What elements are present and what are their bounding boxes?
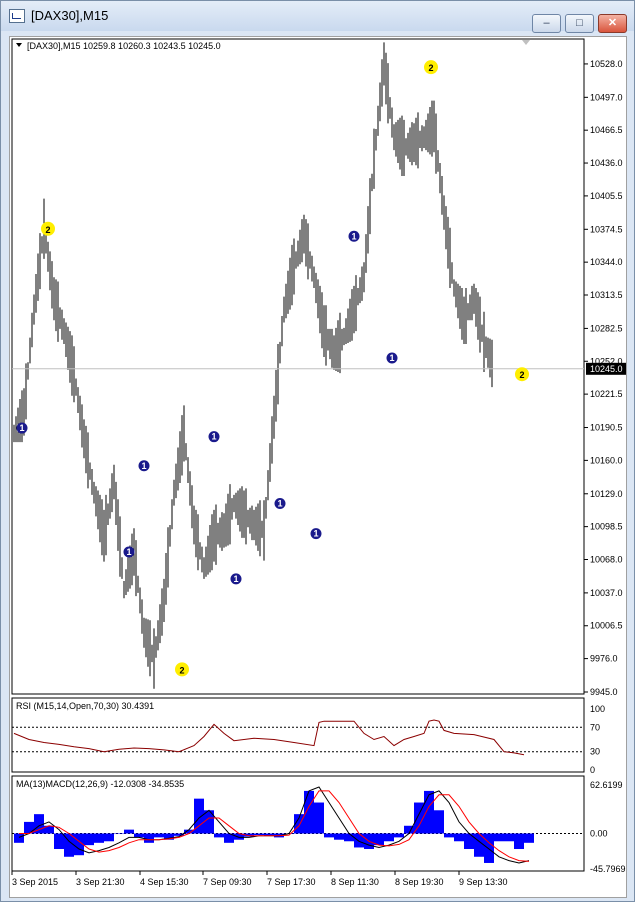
macd-histogram-bar — [504, 833, 514, 842]
rsi-panel-info: RSI (M15,14,Open,70,30) 30.4391 — [16, 701, 154, 711]
price-tick-label: 10006.5 — [590, 621, 623, 631]
macd-histogram-bar — [344, 833, 354, 842]
zigzag-marker-label: 1 — [233, 574, 238, 584]
macd-histogram-bar — [384, 833, 394, 842]
price-tick-label: 10466.5 — [590, 125, 623, 135]
zigzag-marker-label: 1 — [141, 461, 146, 471]
time-tick-label: 8 Sep 11:30 — [331, 877, 379, 887]
macd-histogram-bar — [524, 833, 534, 843]
price-tick-label: 10037.0 — [590, 588, 623, 598]
rsi-tick-label: 30 — [590, 747, 600, 757]
chart-area[interactable]: [DAX30],M15 10259.8 10260.3 10243.5 1024… — [9, 36, 627, 898]
price-tick-label: 9976.0 — [590, 654, 618, 664]
zigzag-marker-label: 1 — [211, 432, 216, 442]
time-tick-label: 8 Sep 19:30 — [395, 877, 444, 887]
time-tick-label: 9 Sep 13:30 — [459, 877, 508, 887]
close-button[interactable]: ✕ — [598, 14, 627, 33]
price-tick-label: 9945.0 — [590, 687, 618, 697]
price-tick-label: 10528.0 — [590, 59, 623, 69]
macd-histogram-bar — [334, 833, 344, 840]
price-tick-label: 10313.5 — [590, 290, 623, 300]
zigzag-marker-label: 2 — [428, 63, 433, 73]
zigzag-marker-label: 2 — [179, 665, 184, 675]
macd-histogram-bar — [84, 833, 94, 846]
macd-histogram-bar — [214, 833, 224, 838]
zigzag-marker-label: 1 — [313, 529, 318, 539]
macd-tick-label: -45.7969 — [590, 864, 626, 874]
macd-histogram-bar — [434, 810, 444, 834]
price-tick-label: 10098.5 — [590, 522, 623, 532]
zigzag-marker-label: 2 — [45, 225, 50, 235]
minimize-button[interactable]: – — [532, 14, 561, 33]
price-tick-label: 10282.5 — [590, 323, 623, 333]
rsi-tick-label: 70 — [590, 722, 600, 732]
time-tick-label: 7 Sep 09:30 — [203, 877, 252, 887]
time-tick-label: 4 Sep 15:30 — [140, 877, 189, 887]
main-panel-frame — [11, 38, 585, 695]
zigzag-marker-label: 1 — [277, 498, 282, 508]
chart-svg[interactable]: [DAX30],M15 10259.8 10260.3 10243.5 1024… — [10, 37, 626, 897]
macd-histogram-bar — [14, 833, 24, 843]
price-tick-label: 10160.0 — [590, 455, 623, 465]
macd-histogram-bar — [54, 833, 64, 850]
macd-tick-label: 62.6199 — [590, 780, 623, 790]
price-tick-label: 10068.0 — [590, 554, 623, 564]
macd-histogram-bar — [144, 833, 154, 843]
rsi-tick-label: 0 — [590, 765, 595, 775]
title-bar[interactable]: [DAX30],M15 – □ ✕ — [1, 1, 634, 33]
macd-tick-label: 0.00 — [590, 829, 608, 839]
macd-histogram-bar — [134, 833, 144, 838]
macd-histogram-bar — [454, 833, 464, 842]
price-tick-label: 10344.0 — [590, 257, 623, 267]
macd-histogram-bar — [494, 833, 504, 842]
macd-histogram-bar — [394, 833, 404, 838]
price-tick-label: 10221.5 — [590, 389, 623, 399]
price-tick-label: 10190.5 — [590, 423, 623, 433]
window-title: [DAX30],M15 — [31, 8, 109, 23]
macd-histogram-bar — [514, 833, 524, 850]
price-tick-label: 10405.5 — [590, 191, 623, 201]
price-tick-label: 10497.0 — [590, 92, 623, 102]
price-axis: 10528.0 10497.0 10466.5 10436.0 10405.5 10374… — [584, 59, 623, 697]
current-price-label: 10245.0 — [590, 364, 623, 374]
time-tick-label: 3 Sep 21:30 — [76, 877, 125, 887]
price-tick-label: 10129.0 — [590, 489, 623, 499]
macd-histogram-bar — [314, 802, 324, 834]
zigzag-marker-label: 1 — [19, 423, 24, 433]
time-tick-label: 3 Sep 2015 — [12, 877, 58, 887]
zigzag-marker-label: 1 — [351, 231, 356, 241]
macd-histogram-bar — [484, 833, 494, 863]
macd-histogram-bar — [104, 833, 114, 842]
time-tick-label: 7 Sep 17:30 — [267, 877, 316, 887]
price-tick-label: 10436.0 — [590, 158, 623, 168]
macd-histogram-bar — [254, 833, 264, 836]
zigzag-marker-label: 2 — [519, 370, 524, 380]
time-axis: 3 Sep 2015 3 Sep 21:30 4 Sep 15:30 7 Sep 09… — [11, 871, 508, 887]
zigzag-marker-label: 1 — [389, 353, 394, 363]
chart-window-icon — [9, 9, 25, 23]
macd-histogram-bar — [114, 833, 124, 835]
macd-histogram-bar — [444, 833, 454, 838]
macd-histogram-bar — [324, 833, 334, 838]
zigzag-marker-label: 1 — [126, 547, 131, 557]
rsi-tick-label: 100 — [590, 704, 605, 714]
macd-histogram-bar — [124, 829, 134, 834]
price-tick-label: 10374.5 — [590, 224, 623, 234]
macd-histogram-bar — [154, 833, 164, 838]
macd-panel-info: MA(13)MACD(12,26,9) -12.0308 -34.8535 — [16, 779, 184, 789]
main-panel-info: [DAX30],M15 10259.8 10260.3 10243.5 1024… — [27, 41, 221, 51]
maximize-button[interactable]: □ — [565, 14, 594, 33]
macd-histogram-bar — [94, 833, 104, 843]
